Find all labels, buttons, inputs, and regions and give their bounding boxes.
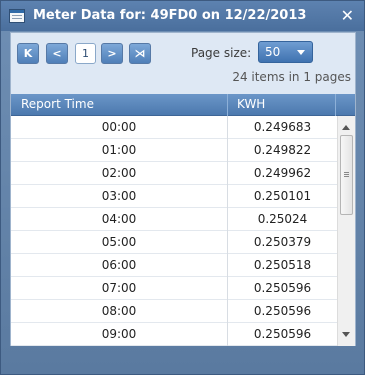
table-row[interactable]: 08:00 0.250596: [11, 300, 337, 323]
scrollbar-thumb[interactable]: [340, 135, 353, 215]
report-time-cell: 05:00: [101, 235, 137, 249]
table-row[interactable]: 06:00 0.250518: [11, 254, 337, 277]
report-time-cell: 00:00: [101, 120, 137, 134]
close-button[interactable]: ✕: [341, 6, 354, 25]
table-row[interactable]: 07:00 0.250596: [11, 277, 337, 300]
report-time-cell: 06:00: [101, 258, 137, 272]
page-size-label: Page size:: [191, 46, 252, 60]
table-row[interactable]: 05:00 0.250379: [11, 231, 337, 254]
kwh-cell: 0.25024: [227, 208, 337, 231]
window-titlebar[interactable]: Meter Data for: 49FD0 on 12/22/2013 ✕: [1, 1, 364, 31]
table-row[interactable]: 01:00 0.249822: [11, 139, 337, 162]
report-time-cell: 01:00: [101, 143, 137, 157]
kwh-cell: 0.250596: [227, 277, 337, 300]
window-icon: [9, 9, 25, 23]
next-page-button[interactable]: >: [101, 43, 123, 64]
column-header-kwh[interactable]: KWH: [237, 97, 265, 111]
kwh-cell: 0.250596: [227, 300, 337, 323]
report-time-cell: 04:00: [101, 212, 137, 226]
vertical-scrollbar[interactable]: [337, 116, 355, 346]
kwh-cell: 0.250379: [227, 231, 337, 254]
table-row[interactable]: 00:00 0.249683: [11, 116, 337, 139]
column-divider: [227, 94, 228, 116]
prev-page-button[interactable]: <: [46, 43, 68, 64]
grip-icon: [344, 172, 349, 173]
report-time-cell: 03:00: [101, 189, 137, 203]
report-time-cell: 08:00: [101, 304, 137, 318]
report-time-cell: 02:00: [101, 166, 137, 180]
kwh-cell: 0.249683: [227, 116, 337, 139]
page-size-value: 50: [265, 45, 281, 59]
scroll-down-arrow-icon[interactable]: [342, 332, 350, 337]
grid-header: Report Time KWH: [11, 94, 355, 116]
table-row[interactable]: 09:00 0.250596: [11, 323, 337, 346]
report-time-cell: 09:00: [101, 327, 137, 341]
kwh-cell: 0.250596: [227, 323, 337, 346]
kwh-cell: 0.249822: [227, 139, 337, 162]
column-divider: [335, 94, 336, 116]
grid-container: K < 1 > ⋊ Page size: 50 24 items in 1 pa…: [10, 32, 356, 346]
scroll-up-arrow-icon[interactable]: [342, 125, 350, 130]
current-page-number[interactable]: 1: [75, 43, 96, 64]
kwh-cell: 0.250101: [227, 185, 337, 208]
column-header-report-time[interactable]: Report Time: [21, 97, 94, 111]
table-row[interactable]: 04:00 0.25024: [11, 208, 337, 231]
meter-data-window: Meter Data for: 49FD0 on 12/22/2013 ✕ K …: [0, 0, 365, 375]
page-size-dropdown[interactable]: 50: [258, 41, 313, 63]
report-time-cell: 07:00: [101, 281, 137, 295]
grid-body: 00:00 0.249683 01:00 0.249822 02:00 0.249962 0…: [11, 116, 337, 346]
last-page-button[interactable]: ⋊: [129, 43, 151, 64]
kwh-cell: 0.249962: [227, 162, 337, 185]
table-row[interactable]: 02:00 0.249962: [11, 162, 337, 185]
items-count-info: 24 items in 1 pages: [232, 70, 351, 84]
table-row[interactable]: 03:00 0.250101: [11, 185, 337, 208]
pager-bar: K < 1 > ⋊ Page size: 50 24 items in 1 pa…: [11, 33, 355, 94]
kwh-cell: 0.250518: [227, 254, 337, 277]
first-page-button[interactable]: K: [17, 43, 39, 64]
window-title: Meter Data for: 49FD0 on 12/22/2013: [33, 8, 307, 23]
chevron-down-icon: [297, 50, 305, 55]
